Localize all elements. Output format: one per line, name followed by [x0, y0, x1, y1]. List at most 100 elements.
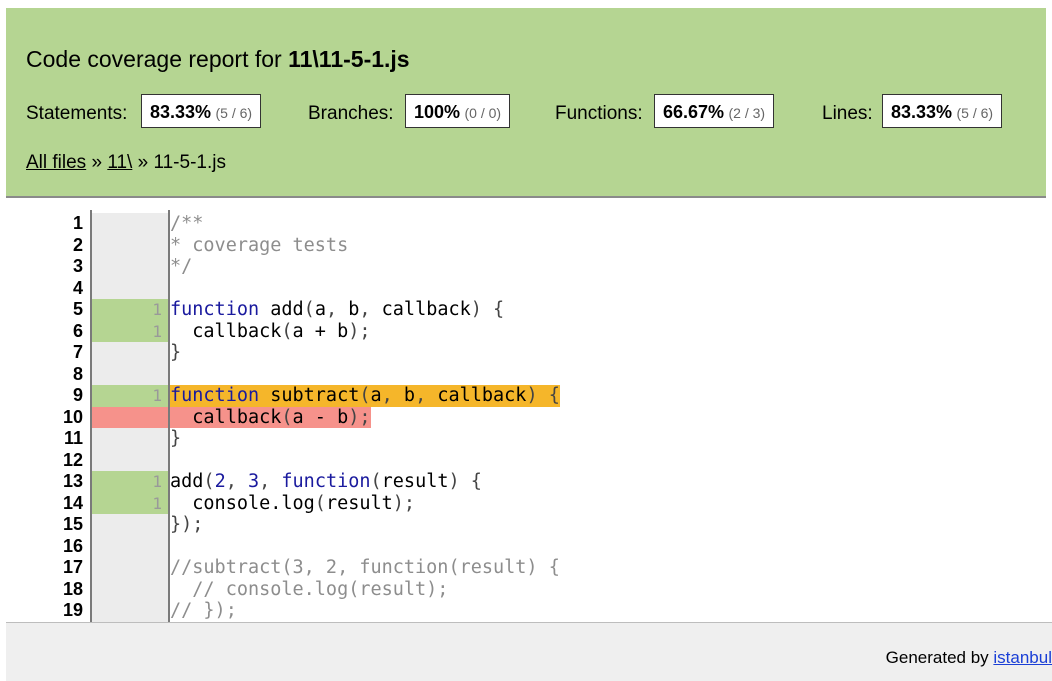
- metric-fraction: (5 / 6): [956, 105, 994, 121]
- source-text: callback(a + b);: [170, 320, 371, 342]
- code-line: 13 1 add(2, 3, function(result) {: [0, 471, 1052, 493]
- metric-label: Functions:: [555, 103, 643, 124]
- line-number: 17: [62, 557, 83, 577]
- hit-count: 1: [92, 385, 168, 407]
- metric-percent: 83.33%: [150, 102, 212, 122]
- source-text: /**: [170, 213, 204, 234]
- metric-fraction: (5 / 6): [215, 105, 253, 121]
- hit-count: [92, 557, 168, 579]
- metric-percent: 66.67%: [663, 102, 725, 122]
- line-number: 12: [62, 449, 83, 470]
- metric-label: Lines:: [822, 103, 873, 124]
- source-text: // });: [170, 600, 237, 621]
- line-number: 9: [72, 385, 83, 405]
- code-line: 3 */: [0, 256, 1052, 278]
- source-text: // console.log(result);: [170, 578, 449, 600]
- hit-count: 1: [92, 492, 168, 514]
- hit-count: [92, 234, 168, 256]
- breadcrumb-all-files-link[interactable]: All files: [26, 152, 86, 173]
- breadcrumb-folder-link[interactable]: 11\: [107, 152, 132, 173]
- code-line: 5 1 function add(a, b, callback) {: [0, 299, 1052, 321]
- code-line: 7}: [0, 342, 1052, 364]
- metric-value-box: 66.67% (2 / 3): [654, 94, 775, 128]
- metric-percent: 100%: [414, 102, 461, 122]
- code-line: 18 // console.log(result);: [0, 578, 1052, 600]
- source-text: function add(a, b, callback) {: [170, 299, 505, 320]
- source-text: console.log(result);: [170, 492, 416, 514]
- footer: Generated by istanbul: [6, 622, 1052, 681]
- breadcrumb-separator: »: [132, 152, 154, 173]
- line-number: 19: [62, 600, 83, 620]
- metric-value-box: 83.33% (5 / 6): [882, 94, 1003, 128]
- hit-count: 1: [92, 320, 168, 342]
- line-number: 16: [62, 535, 83, 556]
- code-line: 10 callback(a - b);: [0, 406, 1052, 428]
- hit-count: [92, 406, 168, 428]
- metric-value-box: 100% (0 / 0): [405, 94, 511, 128]
- metric-value-box: 83.33% (5 / 6): [141, 94, 262, 128]
- metric-label: Branches:: [308, 103, 394, 124]
- hit-count: 1: [92, 299, 168, 321]
- title-filename: 11\11-5-1.js: [288, 46, 410, 72]
- source-text: }: [170, 342, 182, 363]
- breadcrumb: All files » 11\ » 11-5-1.js: [26, 152, 226, 174]
- istanbul-link[interactable]: istanbul: [993, 648, 1052, 667]
- metric-fraction: (0 / 0): [464, 105, 502, 121]
- hit-count: [92, 213, 168, 235]
- hit-count: [92, 535, 168, 557]
- hit-count: [92, 277, 168, 299]
- code-line: 15});: [0, 514, 1052, 536]
- hit-count: [92, 256, 168, 278]
- hit-count: [92, 578, 168, 600]
- metric-percent: 83.33%: [891, 102, 953, 122]
- line-number: 5: [72, 299, 83, 319]
- code-line: 1 /**: [0, 213, 1052, 235]
- code-line: 17 //subtract(3, 2, function(result) {: [0, 557, 1052, 579]
- source-code-view[interactable]: 1/** 2 * coverage tests 3 */4 5 1 function add(…: [0, 210, 1052, 622]
- line-number: 8: [72, 363, 83, 384]
- code-line: 11}: [0, 428, 1052, 450]
- page-title: Code coverage report for 11\11-5-1.js: [26, 46, 410, 73]
- line-number: 4: [72, 277, 83, 298]
- code-line: 9 1 function subtract(a, b, callback) {: [0, 385, 1052, 407]
- code-line: 16: [0, 535, 1052, 557]
- hit-count: [92, 449, 168, 471]
- code-line: 4: [0, 277, 1052, 299]
- breadcrumb-current-file: 11-5-1.js: [153, 152, 226, 173]
- metric-label: Statements:: [26, 103, 128, 124]
- line-number: 11: [63, 428, 83, 448]
- line-number: 2: [72, 234, 83, 255]
- summary-header: Code coverage report for 11\11-5-1.js St…: [6, 8, 1046, 198]
- source-text: function subtract(a, b, callback) {: [170, 385, 560, 407]
- line-number: 13: [62, 471, 83, 491]
- source-text: }: [170, 428, 182, 449]
- generated-by: Generated by istanbul: [886, 648, 1052, 668]
- hit-count: 1: [92, 471, 168, 493]
- line-number: 7: [72, 342, 83, 362]
- line-number: 10: [62, 406, 83, 427]
- line-number: 18: [62, 578, 83, 599]
- source-text: add(2, 3, function(result) {: [170, 471, 482, 492]
- line-number: 3: [72, 256, 83, 276]
- code-line: 12: [0, 449, 1052, 471]
- hit-count: [92, 428, 168, 450]
- source-text: callback(a - b);: [170, 406, 371, 428]
- code-line: 61 callback(a + b);: [0, 320, 1052, 342]
- code-line: 14 1 console.log(result);: [0, 492, 1052, 514]
- metric-fraction: (2 / 3): [728, 105, 766, 121]
- source-text: //subtract(3, 2, function(result) {: [170, 557, 560, 578]
- source-text: * coverage tests: [170, 234, 349, 256]
- hit-count: [92, 342, 168, 364]
- title-prefix: Code coverage report for: [26, 46, 289, 72]
- hit-count: [92, 363, 168, 385]
- hit-count: [92, 514, 168, 536]
- line-number: 1: [72, 213, 83, 233]
- line-number: 15: [62, 514, 83, 534]
- line-number: 6: [72, 320, 83, 341]
- hit-count: [92, 600, 168, 622]
- generated-by-text: Generated by: [885, 648, 994, 667]
- code-line: 2 * coverage tests: [0, 234, 1052, 256]
- code-line: 19 // });: [0, 600, 1052, 622]
- breadcrumb-separator: »: [86, 152, 108, 173]
- line-number: 14: [62, 492, 83, 513]
